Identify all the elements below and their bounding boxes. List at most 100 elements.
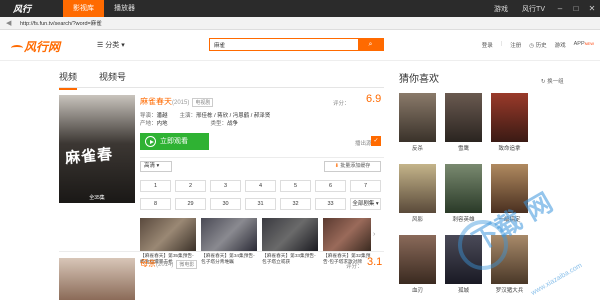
score-label: 评分： — [333, 101, 350, 107]
history-label: 历史 — [535, 43, 547, 49]
region-value: 内地 — [156, 121, 168, 127]
back-icon[interactable]: ◀ — [6, 19, 20, 27]
episode-button[interactable]: 5 — [280, 180, 311, 192]
minimize-icon[interactable]: – — [552, 4, 568, 13]
recommend-item[interactable]: 致命追拿 — [491, 93, 528, 152]
recommend-item[interactable]: 雪鹰 — [445, 93, 482, 152]
refresh-label: 换一组 — [547, 79, 564, 85]
title-bar: 风行 影视库 播放器 游戏 风行TV – □ ✕ — [0, 0, 600, 17]
history-link[interactable]: ◷ 历史 — [529, 41, 546, 49]
type-badge: 微电影 — [176, 260, 198, 269]
clip-item[interactable]: 【麻雀春天】第33集预告-包子塔立或获 — [262, 218, 318, 265]
divider — [140, 157, 384, 158]
clip-item[interactable]: 【麻雀春天】第32集预告-包子塔求歌对牌 — [323, 218, 371, 265]
episode-button[interactable]: 7 — [350, 180, 381, 192]
episode-button[interactable]: 2 — [175, 180, 206, 192]
clip-item[interactable]: 【麻雀春天】第34集预告-包子塔分青堆瞩 — [201, 218, 257, 265]
funtv-button[interactable]: 风行TV — [515, 4, 552, 14]
play-now-button[interactable]: 立即观看 — [140, 133, 209, 150]
show-title[interactable]: 母亲(2014) 微电影 — [140, 258, 198, 269]
recommend-label: 罗汉猪大兵 — [495, 288, 524, 294]
recommend-poster — [491, 164, 528, 213]
show-year: (2014) — [156, 262, 174, 268]
search-button[interactable]: ⌕ — [358, 39, 383, 50]
recommend-item[interactable]: 罗汉猪大兵 — [491, 235, 528, 294]
logo-swoosh-icon — [11, 45, 23, 51]
show-poster[interactable]: 麻雀春 全35集 — [59, 95, 135, 203]
new-badge: NEW — [584, 41, 594, 46]
episode-button[interactable]: 33 — [315, 198, 346, 210]
close-icon[interactable]: ✕ — [584, 4, 600, 13]
all-episodes-button[interactable]: 全部剧集 ▾ — [350, 198, 381, 210]
refresh-button[interactable]: ↻ 换一组 — [541, 77, 564, 85]
show-title[interactable]: 麻雀春天(2015) 电视剧 — [140, 96, 214, 107]
source-check-icon[interactable]: ✓ — [371, 136, 381, 146]
recommend-poster — [399, 235, 436, 284]
url-field[interactable]: http://fs.fun.tv/search/?word=麻雀 — [20, 19, 102, 27]
clip-caption: 【麻雀春天】第34集预告-包子塔分青堆瞩 — [201, 253, 255, 264]
show-poster[interactable] — [59, 258, 135, 300]
site-header: 风行网 ☰ 分类 ▾ ⌕ 登录 | 注册 ◷ 历史 游戏 APPNEW — [0, 30, 600, 61]
register-link[interactable]: 注册 — [510, 41, 521, 49]
divider — [59, 251, 384, 252]
clip-thumbnail — [262, 218, 318, 251]
play-icon — [145, 136, 156, 147]
recommend-poster — [491, 235, 528, 284]
watermark-url: www.xiazaiba.com — [530, 262, 584, 297]
recommend-label: 孤城 — [457, 288, 469, 294]
score-label: 评分： — [346, 264, 363, 270]
recommend-item[interactable]: 刺容英雄 — [445, 164, 482, 223]
quality-dropdown[interactable]: 高清 ▾ — [140, 161, 172, 172]
recommend-label: 雪鹰 — [457, 146, 469, 152]
quality-value: 高清 — [144, 163, 156, 169]
login-link[interactable]: 登录 — [482, 41, 493, 49]
recommend-poster — [445, 164, 482, 213]
chevron-down-icon: ▾ — [375, 201, 379, 207]
episode-button[interactable]: 31 — [245, 198, 276, 210]
recommend-item[interactable]: 反杀 — [399, 93, 436, 152]
menu-icon: ☰ — [97, 42, 104, 49]
episode-button[interactable]: 4 — [245, 180, 276, 192]
divider: | — [500, 41, 503, 47]
app-label: APP — [573, 41, 585, 47]
score-value: 3.1 — [367, 256, 383, 268]
tab-player[interactable]: 播放器 — [104, 0, 145, 17]
batch-cache-button[interactable]: ⬇ 批量添加缓存 — [324, 161, 381, 172]
site-logo[interactable]: 风行网 — [11, 38, 60, 55]
recommend-item[interactable]: 血刃 — [399, 235, 436, 294]
episode-button[interactable]: 29 — [175, 198, 206, 210]
play-label: 立即观看 — [160, 138, 188, 145]
recommend-item[interactable]: 风影 — [399, 164, 436, 223]
tab-video-library[interactable]: 影视库 — [63, 0, 104, 17]
maximize-icon[interactable]: □ — [568, 4, 584, 13]
recommend-poster — [445, 93, 482, 142]
address-bar: ◀ http://fs.fun.tv/search/?word=麻雀 — [0, 17, 600, 30]
recommend-poster — [399, 93, 436, 142]
games-link[interactable]: 游戏 — [555, 41, 566, 49]
recommend-item[interactable]: 一级搞定 — [491, 164, 528, 223]
episode-button[interactable]: 8 — [140, 198, 171, 210]
chevron-down-icon: ▾ — [156, 163, 160, 169]
episode-button[interactable]: 3 — [210, 180, 241, 192]
show-name: 母亲 — [140, 259, 156, 268]
refresh-icon: ↻ — [541, 79, 546, 85]
games-button[interactable]: 游戏 — [487, 4, 515, 14]
search-box: ⌕ — [209, 38, 384, 51]
search-input[interactable] — [210, 39, 360, 50]
app-logo: 风行 — [13, 4, 32, 14]
recommend-item[interactable]: 孤城 — [445, 235, 482, 294]
episode-button[interactable]: 30 — [210, 198, 241, 210]
app-link[interactable]: APPNEW — [574, 41, 594, 49]
region-row: 产地：内地 类型：战争 — [140, 119, 250, 127]
clip-thumbnail — [323, 218, 371, 251]
episode-button[interactable]: 32 — [280, 198, 311, 210]
search-icon: ⌕ — [368, 41, 373, 48]
recommend-label: 一级搞定 — [498, 217, 521, 223]
recommend-label: 刺容英雄 — [452, 217, 475, 223]
category-menu[interactable]: ☰ 分类 ▾ — [97, 40, 125, 50]
episode-button[interactable]: 6 — [315, 180, 346, 192]
chevron-right-icon[interactable]: › — [373, 231, 375, 238]
episode-button[interactable]: 1 — [140, 180, 171, 192]
all-episodes-label: 全部剧集 — [352, 201, 375, 207]
recommend-title: 猜你喜欢 — [399, 74, 439, 85]
